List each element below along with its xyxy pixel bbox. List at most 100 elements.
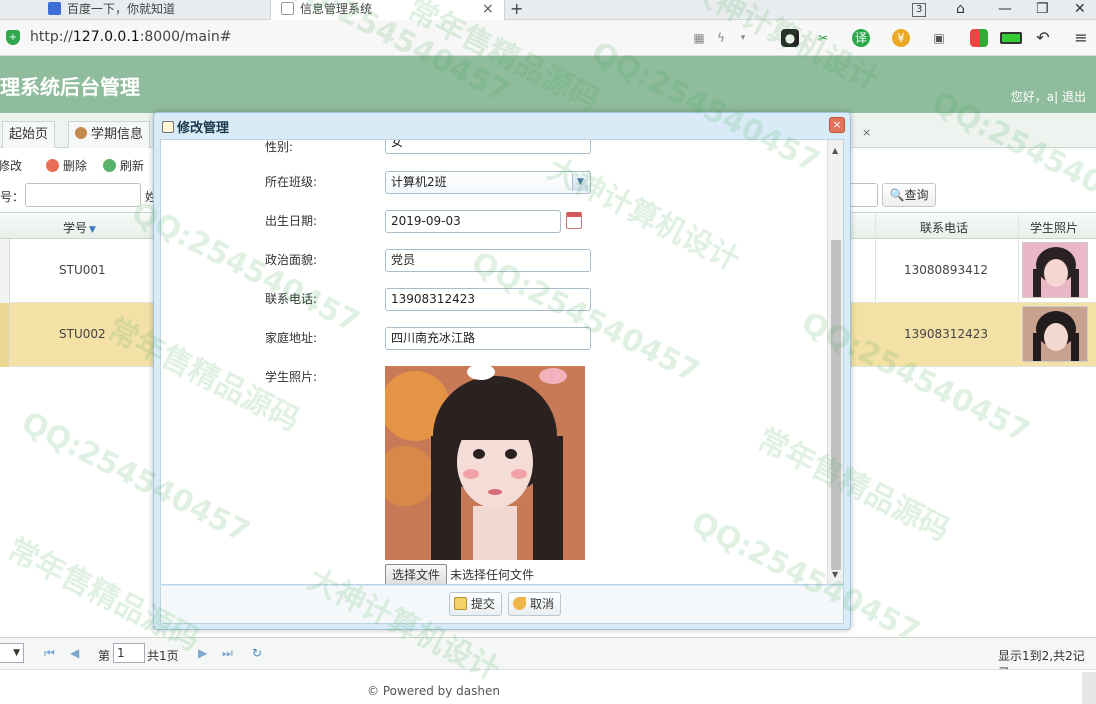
page-scrollbar[interactable]	[1082, 672, 1096, 704]
col-student-no[interactable]: 学号 ▼	[63, 219, 96, 236]
reload-icon[interactable]: ↻	[252, 646, 262, 660]
shield-yellow-icon[interactable]: ¥	[892, 29, 910, 47]
edit-pen-icon	[162, 121, 174, 133]
chevron-down-icon: ▼	[572, 174, 588, 191]
refresh-icon	[103, 159, 116, 172]
chevron-down-icon[interactable]: ▾	[734, 29, 752, 47]
photo-label: 学生照片:	[265, 370, 318, 384]
page-number-input[interactable]: 1	[113, 643, 145, 663]
scissors-icon[interactable]: ✂	[814, 29, 832, 47]
tab-home[interactable]: 起始页	[2, 121, 56, 148]
tab-count-badge[interactable]: 3	[912, 3, 927, 17]
edit-icon	[454, 597, 467, 610]
girl-photo-icon	[385, 366, 585, 560]
tab-close-icon[interactable]: ×	[862, 126, 871, 139]
delete-label: 删除	[63, 159, 88, 173]
sort-down-icon: ▼	[89, 225, 96, 235]
phone-label: 联系电话:	[265, 292, 318, 306]
cell-phone: 13908312423	[904, 327, 988, 341]
page-icon	[281, 2, 294, 15]
shirt-icon[interactable]: ⌂	[956, 0, 965, 18]
phone-field[interactable]: 13908312423	[385, 288, 591, 311]
calendar-icon[interactable]	[566, 212, 582, 229]
browser-tab-baidu[interactable]: 百度一下，你就知道	[48, 0, 175, 20]
browser-tab-app[interactable]: 信息管理系统 ×	[270, 0, 505, 20]
class-select[interactable]: 计算机2班 ▼	[385, 171, 591, 194]
image-icon[interactable]: ▣	[930, 29, 948, 47]
tab-label: 学期信息	[91, 127, 144, 142]
girl-photo-icon	[1023, 243, 1087, 297]
close-dialog-button[interactable]: ×	[829, 117, 845, 133]
close-window-icon[interactable]: ✕	[1074, 0, 1086, 18]
address-field[interactable]: 四川南充冰江路	[385, 327, 591, 350]
politics-label: 政治面貌:	[265, 253, 318, 267]
undo-icon[interactable]: ↶	[1034, 29, 1052, 47]
prev-page-icon[interactable]: ◀	[70, 646, 79, 660]
query-label: 查询	[904, 188, 929, 202]
col-label: 学号	[63, 221, 88, 235]
url-prefix: http://	[30, 29, 73, 45]
refresh-button[interactable]: 刷新	[103, 157, 144, 174]
translate-icon[interactable]: 译	[852, 29, 870, 47]
url-rest: :8000/main#	[139, 29, 232, 45]
browser-tab-label: 百度一下，你就知道	[67, 2, 176, 16]
edit-button[interactable]: 修改	[0, 157, 22, 174]
politics-field[interactable]: 党员	[385, 249, 591, 272]
dialog-body: 性别: 女 所在班级: 计算机2班 ▼ 出生日期: 2019-09-03 政治面貌…	[160, 139, 844, 585]
address-label: 家庭地址:	[265, 331, 318, 345]
gender-field[interactable]: 女	[385, 140, 591, 154]
pager: ▼ ⏮ ◀ 第 1 共1页 ▶ ⏭ ↻ 显示1到2,共2记录	[0, 637, 1096, 680]
query-button[interactable]: 🔍查询	[882, 183, 936, 207]
close-tab-icon[interactable]: ×	[482, 1, 494, 17]
apps-grid-icon[interactable]	[970, 29, 988, 47]
scroll-thumb[interactable]	[831, 240, 841, 570]
cell-student-no: STU001	[59, 263, 106, 277]
dialog-title-text: 修改管理	[177, 121, 230, 136]
first-page-icon[interactable]: ⏮	[44, 646, 55, 661]
submit-button[interactable]: 提交	[449, 592, 503, 616]
edit-dialog: 修改管理 × 性别: 女 所在班级: 计算机2班 ▼ 出生日期: 2019-09-…	[153, 112, 851, 630]
class-label: 所在班级:	[265, 175, 318, 189]
birth-label: 出生日期:	[265, 214, 318, 228]
battery-icon[interactable]	[1000, 32, 1022, 44]
edit-label: 修改	[0, 159, 23, 173]
app-header: 理系统后台管理 您好，a| 退出	[0, 56, 1096, 113]
tab-label: 起始页	[9, 127, 49, 142]
file-status: 未选择任何文件	[450, 568, 535, 582]
page-size-select[interactable]: ▼	[0, 643, 24, 663]
url-host: 127.0.0.1	[72, 29, 140, 45]
page-total: 共1页	[147, 649, 179, 663]
security-shield-icon: +	[6, 30, 20, 45]
address-bar: + http://127.0.0.1:8000/main# ▦ ϟ ▾ ● ✂ …	[0, 20, 1096, 56]
extension-cat-icon[interactable]: ●	[781, 29, 799, 47]
col-photo[interactable]: 学生照片	[1030, 219, 1078, 236]
tab-term-info[interactable]: 学期信息	[68, 121, 151, 148]
scroll-down-icon[interactable]: ▼	[832, 570, 838, 579]
file-upload: 选择文件 未选择任何文件	[385, 564, 535, 584]
delete-button[interactable]: 删除	[46, 157, 87, 174]
menu-icon[interactable]: ≡	[1072, 29, 1090, 47]
restore-icon[interactable]: ❐	[1036, 0, 1049, 18]
next-page-icon[interactable]: ▶	[198, 646, 207, 660]
dialog-title: 修改管理	[162, 117, 229, 136]
birth-date-field[interactable]: 2019-09-03	[385, 210, 582, 233]
user-bar[interactable]: 您好，a| 退出	[1011, 88, 1086, 105]
url-field[interactable]: http://127.0.0.1:8000/main#	[30, 29, 231, 45]
cancel-button[interactable]: 取消	[508, 592, 562, 616]
search-label: 号：	[0, 190, 25, 204]
gender-label: 性别:	[265, 140, 294, 154]
new-tab-button[interactable]: +	[510, 0, 523, 20]
choose-file-button[interactable]: 选择文件	[385, 564, 448, 584]
search-input[interactable]	[25, 183, 141, 207]
qr-icon[interactable]: ▦	[690, 29, 708, 47]
lightning-icon[interactable]: ϟ	[712, 29, 730, 47]
row-number-cell	[0, 303, 10, 367]
dialog-scrollbar[interactable]: ▲ ▼	[827, 140, 843, 584]
minimize-icon[interactable]: —	[998, 0, 1012, 18]
col-phone[interactable]: 联系电话	[920, 219, 968, 236]
last-page-icon[interactable]: ⏭	[222, 646, 233, 661]
search-input-2[interactable]	[848, 183, 878, 207]
search-icon: 🔍	[889, 188, 905, 202]
scroll-up-icon[interactable]: ▲	[832, 146, 838, 155]
student-photo-thumb	[1022, 242, 1088, 298]
